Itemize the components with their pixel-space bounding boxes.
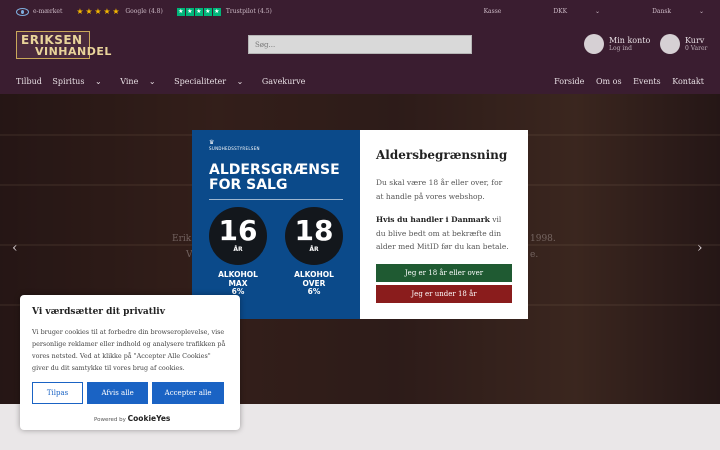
star-icon: ★ [203,7,212,16]
age-18-caption: ALKOHOL OVER 6% [285,270,343,297]
logo-line2: VINHANDEL [35,45,112,58]
user-icon [584,34,604,54]
nav-label: Vine [120,76,139,86]
cart-button[interactable]: Kurv 0 Varer [660,34,707,54]
age-modal-text-denmark: Hvis du handler i Danmark vil du blive b… [376,213,512,254]
nav-item-spiritus[interactable]: Spiritus ⌄ [52,77,109,86]
nav-label: Spiritus [52,76,85,86]
checkout-link[interactable]: Kasse [484,8,502,15]
powered-prefix: Powered by [94,417,126,423]
crown-icon: ♛ [209,139,215,146]
emaerket-label: e-mærket [33,8,63,15]
star-icon: ★ [185,7,194,16]
currency-select[interactable]: DKK ⌄ [527,8,600,15]
search-input[interactable]: Søg... [248,35,472,54]
google-rating-label: Google (4.8) [125,8,163,15]
age-modal-title: Aldersbegrænsning [376,148,508,162]
account-title: Min konto [609,36,651,45]
cookie-buttons: Tilpas Afvis alle Accepter alle [32,382,228,404]
logo[interactable]: ERIKSEN VINHANDEL [16,31,112,59]
customize-button[interactable]: Tilpas [32,382,84,404]
nav-item-events[interactable]: Events [633,77,661,86]
hero-text-fragment: e. [530,250,539,260]
age-18-circle: 18 ÅR [285,207,343,265]
star-icon: ★ [112,6,120,16]
cart-title: Kurv [685,36,705,45]
age-modal-info: Aldersbegrænsning Du skal være 18 år ell… [360,130,528,319]
age-modal-text: Du skal være 18 år eller over, for at ha… [376,178,503,201]
star-icon: ★ [85,6,93,16]
caption-line: 6% [307,287,321,296]
eye-icon [16,7,29,16]
age-over-18-button[interactable]: Jeg er 18 år eller over [376,263,512,282]
account-sub: Log ind [609,45,632,52]
age-16-number: 16 [218,214,258,247]
cookieyes-logo: CookieYes [127,414,171,423]
chevron-down-icon: ⌄ [595,8,601,15]
trustpilot-rating[interactable]: ★ ★ ★ ★ ★ Trustpilot (4.5) [176,7,272,16]
trustpilot-stars: ★ ★ ★ ★ ★ [176,7,222,16]
cart-sub: 0 Varer [685,45,708,52]
denmark-bold: Hvis du handler i Danmark [376,215,490,224]
age-verification-modal: ♛ SUNDHEDSSTYRELSEN ALDERSGRÆNSE FOR SAL… [192,130,528,319]
star-icon: ★ [76,6,84,16]
cart-icon [660,34,680,54]
reject-all-button[interactable]: Afvis alle [87,382,149,404]
cookie-title: Vi værdsætter dit privatliv [32,307,165,317]
poster-agency: SUNDHEDSSTYRELSEN [209,146,260,151]
age-16-circle: 16 ÅR [209,207,267,265]
powered-by[interactable]: Powered by CookieYes [94,414,170,423]
top-bar-links: Kasse DKK ⌄ Dansk ⌄ [458,8,704,15]
nav-item-forside[interactable]: Forside [554,77,584,86]
nav-item-kontakt[interactable]: Kontakt [672,77,704,86]
hero-text-fragment: 1998. [530,234,556,244]
hero-text-fragment: Erik [172,234,192,244]
chevron-right-icon[interactable]: › [697,240,703,256]
star-icon: ★ [94,6,102,16]
age-18-number: 18 [294,214,334,247]
emaerket-badge[interactable]: e-mærket [16,7,63,16]
top-bar: e-mærket ★ ★ ★ ★ ★ Google (4.8) ★ ★ ★ ★ … [0,0,720,23]
star-icon: ★ [103,6,111,16]
currency-label: DKK [553,8,568,15]
language-label: Dansk [652,8,672,15]
chevron-left-icon[interactable]: ‹ [12,240,18,256]
site-header: ERIKSEN VINHANDEL Søg... Min konto Log i… [0,23,720,68]
star-icon: ★ [194,7,203,16]
age-under-18-button[interactable]: Jeg er under 18 år [376,284,512,303]
google-stars: ★ ★ ★ ★ ★ [76,6,121,16]
star-icon: ★ [212,7,221,16]
google-rating[interactable]: ★ ★ ★ ★ ★ Google (4.8) [76,6,163,16]
poster-headline-2: FOR SALG [209,177,288,193]
cookie-text: Vi bruger cookies til at forbedre din br… [32,328,226,372]
age-unit: ÅR [309,246,319,253]
nav-item-specialiteter[interactable]: Specialiteter ⌄ [174,77,251,86]
poster-headline-1: ALDERSGRÆNSE [209,162,340,178]
age-unit: ÅR [233,246,243,253]
poster-divider [209,199,343,200]
chevron-down-icon: ⌄ [236,76,244,86]
main-nav: Tilbud Spiritus ⌄ Vine ⌄ Specialiteter ⌄… [0,68,720,94]
nav-label: Specialiteter [174,76,227,86]
nav-item-gavekurve[interactable]: Gavekurve [262,77,306,86]
nav-item-om-os[interactable]: Om os [596,77,622,86]
cookie-consent-banner: Vi værdsætter dit privatliv Vi bruger co… [20,295,240,430]
age-16-caption: ALKOHOL MAX 6% [209,270,267,297]
trustpilot-rating-label: Trustpilot (4.5) [225,8,272,15]
language-select[interactable]: Dansk ⌄ [626,8,704,15]
chevron-down-icon: ⌄ [148,76,156,86]
age-limit-poster: ♛ SUNDHEDSSTYRELSEN ALDERSGRÆNSE FOR SAL… [192,130,360,319]
account-button[interactable]: Min konto Log ind [584,34,650,54]
nav-item-vine[interactable]: Vine ⌄ [120,77,163,86]
chevron-down-icon: ⌄ [94,76,102,86]
star-icon: ★ [176,7,185,16]
chevron-down-icon: ⌄ [698,8,704,15]
nav-item-tilbud[interactable]: Tilbud [16,77,42,86]
accept-all-button[interactable]: Accepter alle [152,382,224,404]
